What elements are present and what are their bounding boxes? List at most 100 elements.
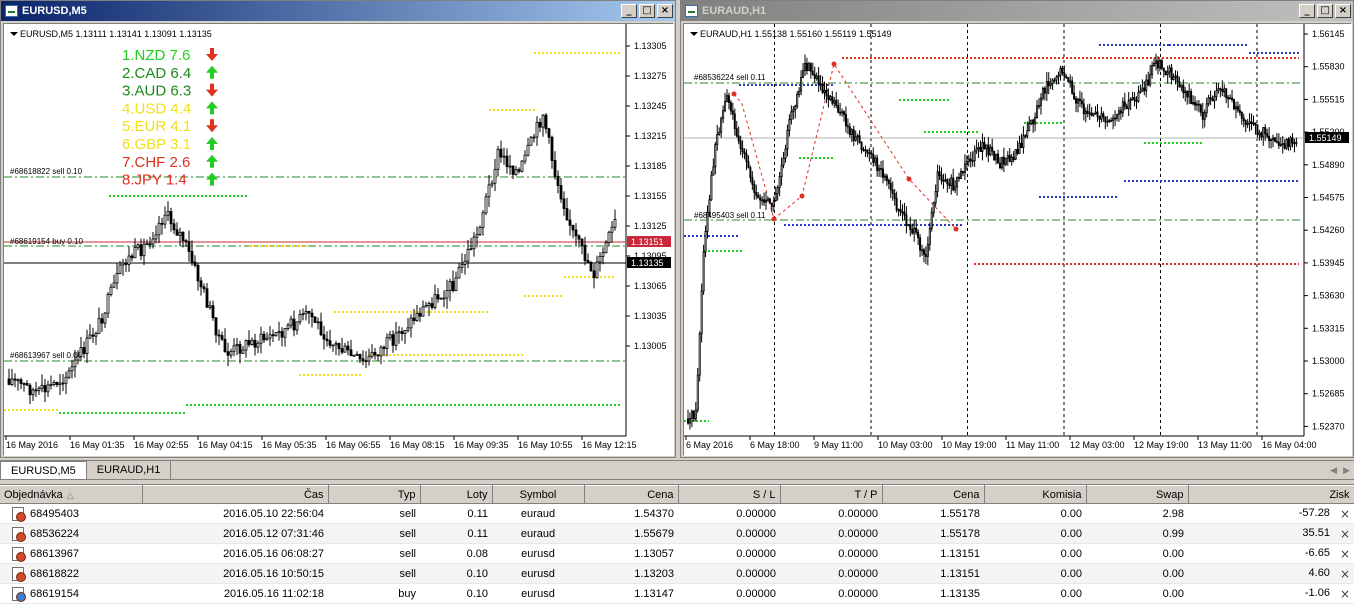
- candle-body: [346, 345, 350, 351]
- close-order-icon[interactable]: ×: [1340, 567, 1350, 581]
- candle-body: [223, 338, 227, 353]
- candle-body: [133, 246, 137, 259]
- candle-body: [1268, 135, 1271, 142]
- chart-window-eurusd[interactable]: EURUSD,M5 _ □ × EURUSD,M5 1.13111 1.1314…: [0, 0, 676, 458]
- maximize-button[interactable]: □: [1317, 4, 1333, 18]
- time-tick-label: 16 May 04:15: [198, 440, 253, 450]
- candle-body: [322, 334, 326, 340]
- candle-body: [304, 310, 308, 315]
- maximize-button[interactable]: □: [639, 4, 655, 18]
- candle-body: [382, 346, 386, 349]
- col-header-time[interactable]: Čas: [142, 485, 329, 504]
- window-titlebar[interactable]: EURUSD,M5 _ □ ×: [1, 1, 675, 21]
- table-row[interactable]: 68613967 2016.05.16 06:08:27 sell 0.08 eurus…: [0, 543, 1354, 564]
- candle-body: [1223, 88, 1226, 93]
- tab-eurusd[interactable]: EURUSD,M5: [0, 461, 87, 479]
- col-header-profit[interactable]: Zisk: [1188, 485, 1354, 504]
- candle-body: [870, 152, 873, 155]
- candle-body: [731, 110, 734, 115]
- cell-swap: 0.00: [1086, 563, 1188, 584]
- cell-sl: 0.00000: [678, 503, 780, 524]
- order-label: #68613967 sell 0.08: [10, 351, 83, 360]
- minimize-button[interactable]: _: [621, 4, 637, 18]
- candle-body: [286, 324, 290, 329]
- candle-body: [553, 160, 557, 177]
- candle-body: [97, 318, 101, 334]
- close-order-icon[interactable]: ×: [1340, 527, 1350, 541]
- candle-body: [1098, 115, 1101, 120]
- col-header-swap[interactable]: Swap: [1086, 485, 1189, 504]
- col-header-symbol[interactable]: Symbol: [492, 485, 585, 504]
- table-row[interactable]: 68495403 2016.05.10 22:56:04 sell 0.11 eurau…: [0, 503, 1354, 524]
- candle-body: [364, 360, 368, 363]
- candle-body: [514, 169, 518, 175]
- candle-body: [1277, 141, 1280, 146]
- candle-body: [913, 227, 916, 234]
- scroll-left-icon[interactable]: ◀: [1330, 465, 1337, 476]
- col-header-sl[interactable]: S / L: [678, 485, 781, 504]
- candle-body: [433, 294, 437, 308]
- candle-body: [687, 418, 690, 424]
- col-header-price[interactable]: Cena: [882, 485, 985, 504]
- candle-body: [1289, 137, 1292, 147]
- cell-open: 1.55679: [584, 523, 678, 544]
- bid-price-label: 1.55149: [1309, 133, 1342, 143]
- candle-body: [1036, 105, 1039, 118]
- col-header-open-price[interactable]: Cena: [584, 485, 679, 504]
- close-button[interactable]: ×: [657, 4, 673, 18]
- col-header-commission[interactable]: Komisia: [984, 485, 1087, 504]
- close-button[interactable]: ×: [1335, 4, 1351, 18]
- candle-body: [1053, 79, 1056, 82]
- price-tick-label: 1.52370: [1312, 421, 1345, 431]
- window-titlebar[interactable]: EURAUD,H1 _ □ ×: [681, 1, 1353, 21]
- table-header-row: Objednávka △ Čas Typ Loty Symbol Cena S /…: [0, 485, 1354, 504]
- table-row[interactable]: 68618822 2016.05.16 10:50:15 sell 0.10 eurus…: [0, 563, 1354, 584]
- close-order-icon[interactable]: ×: [1340, 547, 1350, 561]
- tab-euraud[interactable]: EURAUD,H1: [87, 461, 172, 479]
- close-order-icon[interactable]: ×: [1340, 587, 1350, 601]
- chart-canvas[interactable]: EURAUD,H1 1.55138 1.55160 1.55119 1.5514…: [683, 23, 1352, 456]
- scroll-right-icon[interactable]: ▶: [1343, 465, 1350, 476]
- candle-body: [1106, 120, 1109, 123]
- price-tick-label: 1.13185: [634, 161, 667, 171]
- candle-body: [550, 136, 554, 161]
- time-tick-label: 16 May 06:55: [326, 440, 381, 450]
- profit-value: -6.65: [1304, 546, 1330, 559]
- candle-body: [950, 177, 953, 186]
- candle-body: [940, 174, 943, 181]
- candle-body: [34, 389, 38, 392]
- candle-body: [199, 280, 203, 288]
- candle-body: [876, 157, 879, 171]
- chart-window-euraud[interactable]: EURAUD,H1 _ □ × EURAUD,H1 1.55138 1.5516…: [680, 0, 1354, 458]
- candle-body: [28, 384, 32, 396]
- candle-body: [445, 290, 449, 299]
- close-order-icon[interactable]: ×: [1340, 507, 1350, 521]
- candle-body: [969, 158, 972, 162]
- candle-body: [427, 303, 431, 306]
- table-row[interactable]: 68536224 2016.05.12 07:31:46 sell 0.11 eurau…: [0, 523, 1354, 544]
- candle-body: [397, 331, 401, 334]
- col-header-type[interactable]: Typ: [328, 485, 421, 504]
- candle-body: [958, 176, 961, 179]
- col-header-lots[interactable]: Loty: [420, 485, 493, 504]
- col-header-order[interactable]: Objednávka △: [0, 485, 143, 504]
- cell-type: sell: [328, 523, 420, 544]
- candle-body: [472, 236, 476, 250]
- minimize-button[interactable]: _: [1299, 4, 1315, 18]
- candle-body: [64, 376, 68, 384]
- candle-body: [499, 148, 503, 158]
- candle-body: [343, 345, 347, 353]
- trade-arrow-marker: [799, 193, 805, 199]
- cell-lots: 0.10: [420, 583, 492, 604]
- euraud-chart-svg[interactable]: EURAUD,H1 1.55138 1.55160 1.55119 1.5514…: [684, 24, 1352, 456]
- order-number: 68536224: [30, 527, 79, 540]
- candle-body: [770, 202, 773, 207]
- eurusd-chart-svg[interactable]: EURUSD,M5 1.13111 1.13141 1.13091 1.1313…: [4, 24, 674, 456]
- profit-value: 35.51: [1302, 526, 1330, 539]
- col-header-tp[interactable]: T / P: [780, 485, 883, 504]
- chart-canvas[interactable]: EURUSD,M5 1.13111 1.13141 1.13091 1.1313…: [3, 23, 674, 456]
- candle-body: [298, 314, 302, 323]
- table-row[interactable]: 68619154 2016.05.16 11:02:18 buy 0.10 eurusd…: [0, 583, 1354, 604]
- time-tick-label: 16 May 08:15: [390, 440, 445, 450]
- candle-body: [316, 321, 320, 324]
